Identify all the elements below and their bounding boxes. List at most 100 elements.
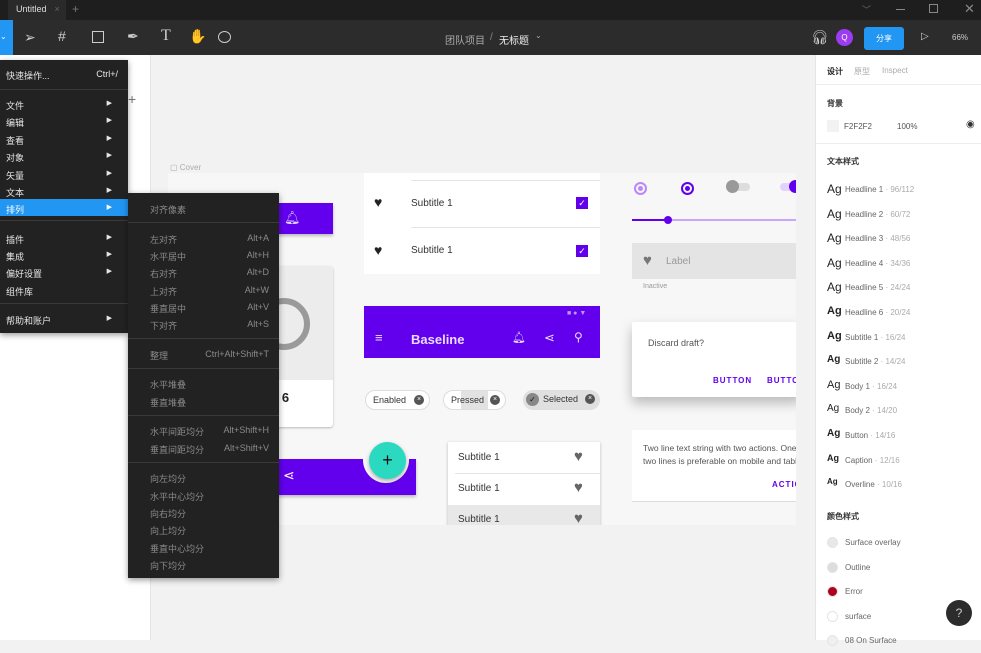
slider[interactable] — [632, 216, 796, 224]
pen-tool-icon[interactable]: ✒ — [127, 28, 139, 45]
banner-action-button[interactable]: ACTION — [772, 480, 796, 489]
eye-icon[interactable]: ◉ — [966, 119, 975, 130]
radio-button-disabled[interactable] — [634, 182, 647, 195]
text-style-item[interactable]: Ag Headline 1 · 96/112 — [816, 182, 981, 200]
list-item[interactable]: ♥ Subtitle 1 ✓ — [364, 228, 600, 274]
list-item[interactable]: Subtitle 1 ♥ — [448, 474, 600, 505]
text-field[interactable]: ♥ Label — [632, 243, 796, 279]
chip-close-icon[interactable]: × — [490, 395, 500, 405]
menu-item-file[interactable]: 文件 ▶ — [0, 95, 128, 112]
checkbox-checked[interactable]: ✓ — [576, 245, 588, 257]
menu-icon[interactable]: ≡ — [375, 330, 383, 345]
submenu-item-space-v[interactable]: 垂直间距均分 Alt+Shift+V — [128, 439, 279, 456]
text-style-item[interactable]: Ag Body 2 · 14/20 — [816, 403, 981, 421]
maximize-icon[interactable] — [929, 4, 938, 13]
text-style-item[interactable]: Ag Overline · 10/16 — [816, 477, 981, 495]
heart-icon[interactable]: ♥ — [574, 479, 583, 496]
chip-enabled[interactable]: Enabled × — [365, 390, 430, 410]
submenu-item-dist-right[interactable]: 向右均分 — [128, 503, 279, 520]
menu-item-preferences[interactable]: 偏好设置 ▶ — [0, 263, 128, 280]
submenu-item-align-hcenter[interactable]: 水平居中 Alt+H — [128, 246, 279, 263]
background-swatch[interactable] — [827, 120, 839, 132]
project-name[interactable]: 团队项目 — [445, 32, 485, 47]
main-menu-button[interactable]: ⌄ — [0, 20, 13, 55]
submenu-item-align-vcenter[interactable]: 垂直居中 Alt+V — [128, 298, 279, 315]
text-style-item[interactable]: Ag Button · 14/16 — [816, 428, 981, 446]
menu-item-view[interactable]: 查看 ▶ — [0, 130, 128, 147]
submenu-item-dist-vcenter[interactable]: 垂直中心均分 — [128, 538, 279, 555]
color-style-item[interactable]: Surface overlay — [816, 537, 981, 555]
submenu-item-pixel-snap[interactable]: 对齐像素 — [128, 199, 279, 216]
add-page-icon[interactable]: + — [128, 91, 136, 107]
text-style-item[interactable]: Ag Caption · 12/16 — [816, 453, 981, 471]
share-icon[interactable]: ⋖ — [544, 330, 555, 346]
bell-icon[interactable]: 🔔︎ — [512, 331, 526, 344]
color-style-item[interactable]: 08 On Surface — [816, 635, 981, 653]
hand-tool-icon[interactable]: ✋ — [189, 28, 206, 45]
fab-add-button[interactable]: + — [369, 442, 406, 479]
text-style-item[interactable]: Ag Headline 2 · 60/72 — [816, 207, 981, 225]
submenu-item-stack-h[interactable]: 水平堆叠 — [128, 374, 279, 391]
submenu-item-align-right[interactable]: 右对齐 Alt+D — [128, 263, 279, 280]
submenu-item-space-h[interactable]: 水平间距均分 Alt+Shift+H — [128, 421, 279, 438]
text-style-item[interactable]: Ag Headline 4 · 34/36 — [816, 256, 981, 274]
file-name[interactable]: 无标题 — [499, 32, 529, 47]
background-opacity[interactable]: 100% — [897, 122, 917, 131]
chip-selected[interactable]: ✓ Selected × — [523, 390, 600, 410]
dialog-button[interactable]: BUTTON — [713, 376, 752, 385]
menu-item-text[interactable]: 文本 ▶ — [0, 182, 128, 199]
slider-thumb[interactable] — [664, 216, 673, 224]
help-button[interactable]: ? — [946, 600, 972, 626]
submenu-item-align-left[interactable]: 左对齐 Alt+A — [128, 229, 279, 246]
submenu-item-align-top[interactable]: 上对齐 Alt+W — [128, 281, 279, 298]
menu-item-edit[interactable]: 编辑 ▶ — [0, 112, 128, 129]
dialog-button[interactable]: BUTTON — [767, 376, 796, 385]
color-style-item[interactable]: Outline — [816, 561, 981, 580]
tab-inspect[interactable]: Inspect — [882, 66, 908, 75]
bell-icon[interactable]: 🔔︎ — [284, 210, 301, 226]
chip-pressed[interactable]: Pressed × — [443, 390, 506, 410]
heart-icon[interactable]: ♥ — [574, 448, 583, 465]
text-style-item[interactable]: Ag Headline 5 · 24/24 — [816, 280, 981, 298]
submenu-item-dist-left[interactable]: 向左均分 — [128, 468, 279, 485]
rectangle-tool-icon[interactable] — [92, 31, 104, 43]
zoom-level[interactable]: 66% — [952, 33, 968, 42]
menu-item-object[interactable]: 对象 ▶ — [0, 147, 128, 164]
switch-on[interactable] — [780, 180, 796, 193]
text-style-item[interactable]: Ag Headline 3 · 48/56 — [816, 231, 981, 249]
menu-item-libraries[interactable]: 组件库 — [0, 281, 128, 298]
radio-button-selected[interactable] — [681, 182, 694, 195]
list-item-hovered[interactable]: Subtitle 1 ♥ — [448, 505, 600, 525]
submenu-item-dist-top[interactable]: 向上均分 — [128, 520, 279, 537]
chip-close-icon[interactable]: × — [585, 394, 595, 404]
play-icon[interactable]: ▷ — [921, 31, 929, 42]
text-style-item[interactable]: Ag Subtitle 1 · 16/24 — [816, 330, 981, 348]
submenu-item-stack-v[interactable]: 垂直堆叠 — [128, 392, 279, 409]
text-style-item[interactable]: Ag Subtitle 2 · 14/24 — [816, 354, 981, 372]
close-tab-icon[interactable]: × — [55, 4, 60, 14]
menu-item-quick-actions[interactable]: 快速操作... Ctrl+/ — [0, 65, 128, 82]
text-style-item[interactable]: Ag Body 1 · 16/24 — [816, 379, 981, 397]
heart-icon[interactable]: ♥ — [574, 510, 583, 525]
menu-item-vector[interactable]: 矢量 ▶ — [0, 165, 128, 182]
submenu-item-tidy[interactable]: 整理 Ctrl+Alt+Shift+T — [128, 345, 279, 362]
list-item[interactable]: Subtitle 1 ♥ — [448, 442, 600, 473]
close-window-icon[interactable]: ✕ — [964, 1, 975, 17]
minimize-icon[interactable] — [896, 9, 905, 10]
chip-close-icon[interactable]: × — [414, 395, 424, 405]
menu-item-plugins[interactable]: 插件 ▶ — [0, 229, 128, 246]
text-tool-icon[interactable]: T — [161, 27, 171, 45]
submenu-item-align-bottom[interactable]: 下对齐 Alt+S — [128, 315, 279, 332]
share-button[interactable]: 分享 — [864, 27, 904, 50]
share-icon[interactable]: ⋖ — [283, 467, 295, 484]
avatar[interactable]: Q — [836, 29, 853, 46]
frame-label[interactable]: ▢ Cover — [170, 163, 201, 172]
chevron-down-icon[interactable]: ⌄ — [535, 31, 542, 40]
checkbox-checked[interactable]: ✓ — [576, 197, 588, 209]
headphones-icon[interactable]: 🎧︎ — [811, 29, 829, 46]
tab-design[interactable]: 设计 — [827, 66, 843, 77]
text-style-item[interactable]: Ag Headline 6 · 20/24 — [816, 305, 981, 323]
new-tab-icon[interactable]: + — [72, 2, 79, 16]
search-icon[interactable]: ⚲ — [574, 330, 583, 344]
tab-prototype[interactable]: 原型 — [854, 66, 870, 77]
